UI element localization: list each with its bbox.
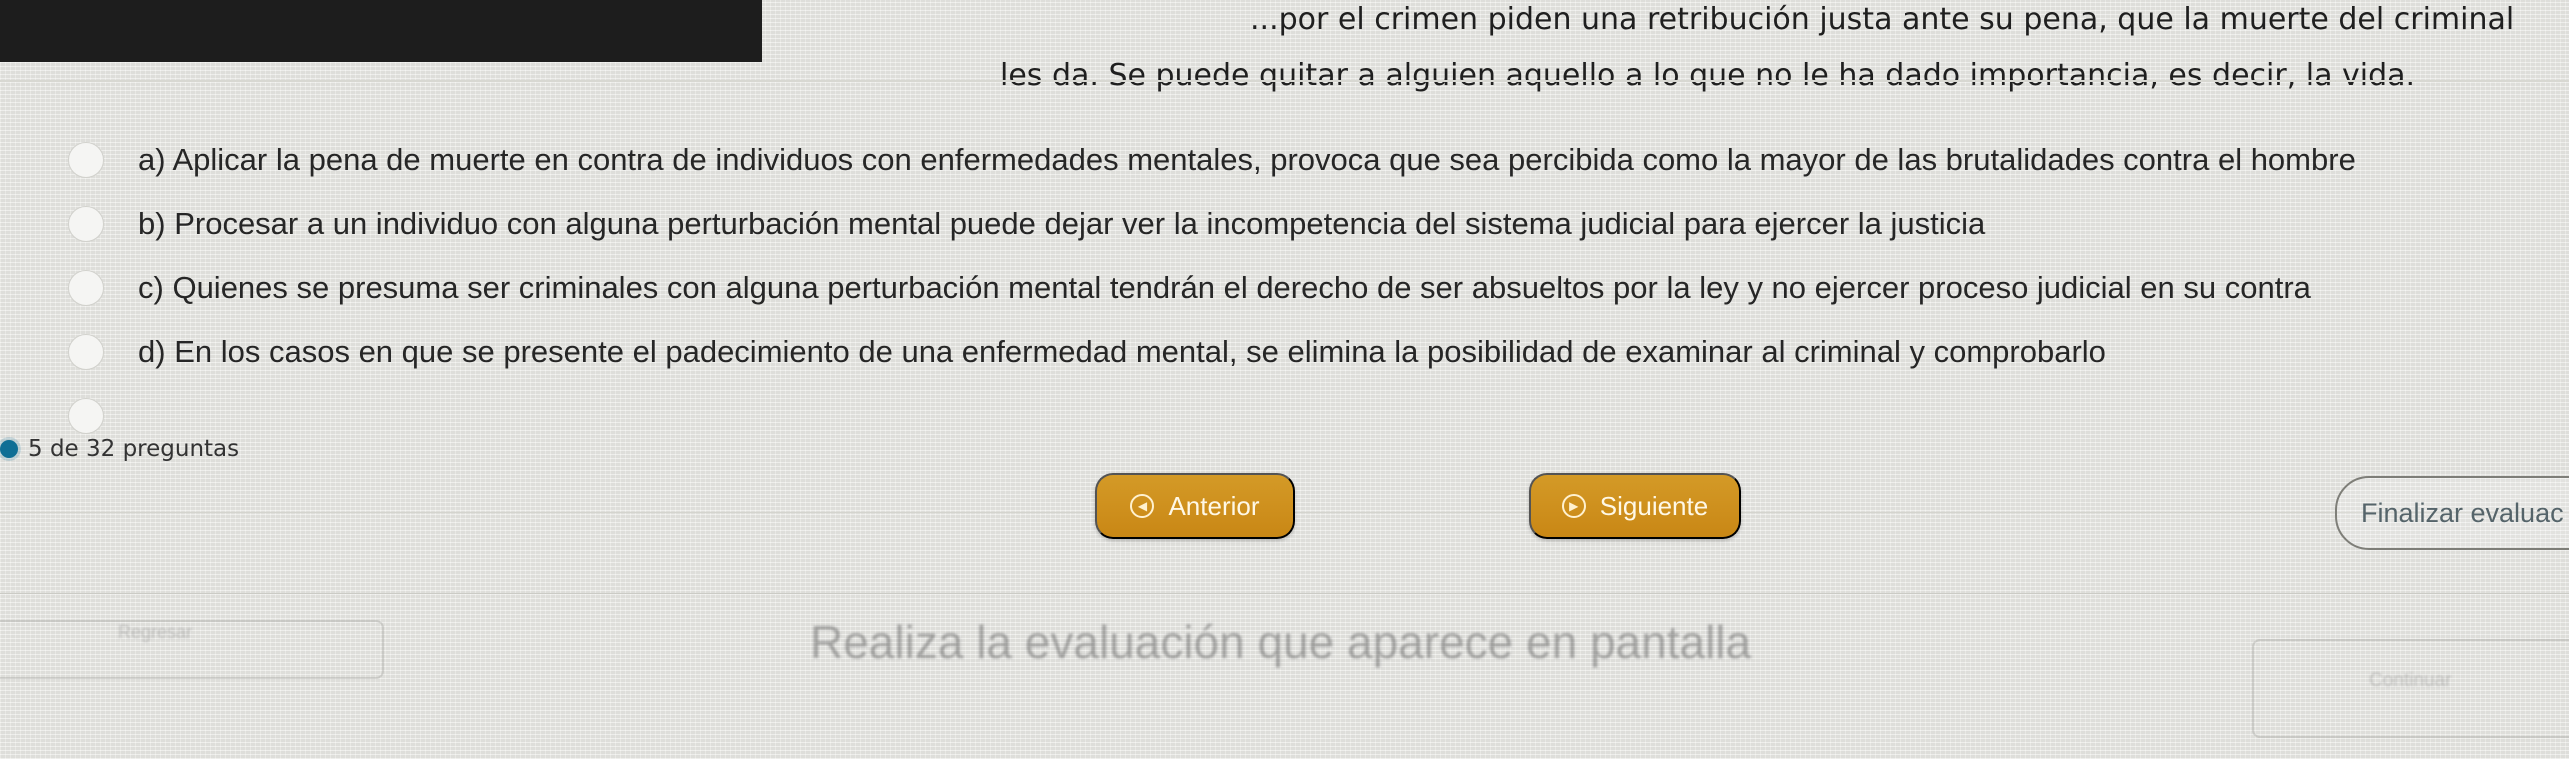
- option-text: Procesar a un individuo con alguna pertu…: [174, 206, 1986, 241]
- question-line-1: ...por el crimen piden una retribución j…: [1250, 2, 2515, 37]
- answer-option-a[interactable]: a) Aplicar la pena de muerte en contra d…: [68, 130, 2356, 190]
- option-letter: d): [138, 334, 166, 369]
- option-text: En los casos en que se presente el padec…: [174, 334, 2106, 369]
- back-label: Regresar: [118, 622, 193, 642]
- option-letter: b): [138, 206, 166, 241]
- black-header-bar: [0, 0, 762, 62]
- answer-option-b[interactable]: b) Procesar a un individuo con alguna pe…: [68, 194, 1985, 254]
- option-letter: a): [138, 142, 166, 177]
- footer-divider: [0, 593, 2569, 594]
- radio-button-icon[interactable]: [68, 270, 104, 306]
- answer-option-c[interactable]: c) Quienes se presuma ser criminales con…: [68, 258, 2311, 318]
- finish-evaluation-label: Finalizar evaluac: [2361, 497, 2564, 528]
- radio-button-icon[interactable]: [68, 206, 104, 242]
- option-letter: c): [138, 270, 164, 305]
- question-progress: 5 de 32 preguntas: [0, 436, 239, 462]
- radio-button-icon[interactable]: [68, 142, 104, 178]
- answer-option-d[interactable]: d) En los casos en que se presente el pa…: [68, 322, 2106, 382]
- progress-dot-icon: [0, 440, 18, 458]
- next-button-label: Siguiente: [1599, 490, 1709, 521]
- top-divider: [0, 80, 2569, 82]
- continue-label: Continuar: [2369, 670, 2452, 691]
- option-text: Aplicar la pena de muerte en contra de i…: [172, 142, 2356, 177]
- chevron-left-icon: ◀: [1130, 494, 1155, 518]
- question-line-2: les da. Se puede quitar a alguien aquell…: [1000, 58, 2416, 93]
- finish-evaluation-button[interactable]: Finalizar evaluac: [2335, 476, 2569, 550]
- previous-button[interactable]: ◀ Anterior: [1095, 473, 1295, 539]
- option-text: Quienes se presuma ser criminales con al…: [172, 270, 2311, 305]
- previous-button-label: Anterior: [1168, 490, 1260, 521]
- chevron-right-icon: ▶: [1561, 494, 1586, 518]
- radio-button-icon[interactable]: [68, 398, 104, 434]
- evaluation-title: Realiza la evaluación que aparece en pan…: [810, 616, 1752, 668]
- next-button[interactable]: ▶ Siguiente: [1529, 473, 1741, 539]
- radio-button-icon[interactable]: [68, 334, 104, 370]
- progress-text: 5 de 32 preguntas: [28, 436, 240, 462]
